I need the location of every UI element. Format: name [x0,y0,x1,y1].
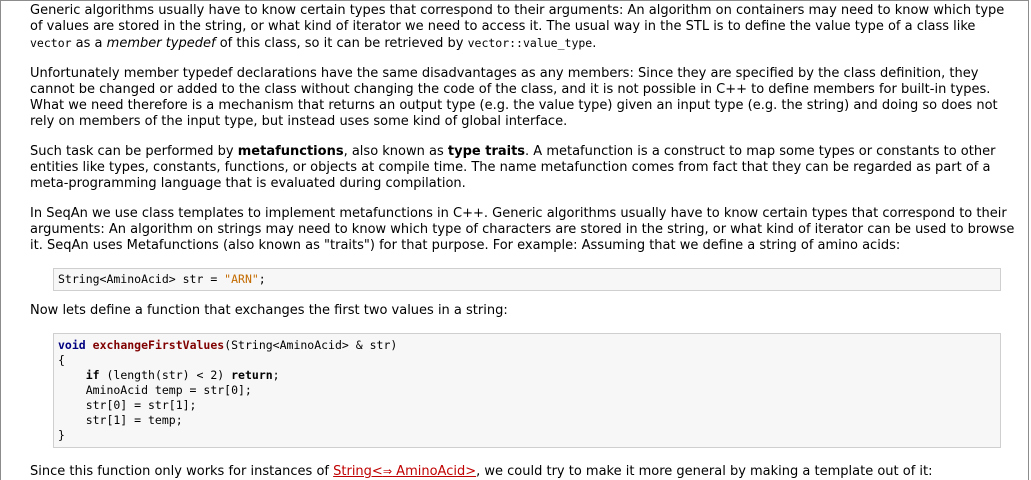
text: Such task can be performed by [30,144,238,159]
text: . [592,36,597,51]
code-brace: { [58,353,65,367]
code-text: ; [258,272,266,286]
paragraph-disadvantages: Unfortunately member typedef declaration… [30,66,998,129]
code-text: (String<AminoAcid> & str) [224,338,398,352]
code-block-exchange: void exchangeFirstValues(String<AminoAci… [53,333,1001,448]
code-keyword: if [85,368,100,382]
term-type-traits: type traits [447,144,526,159]
code-keyword: void [58,338,86,352]
document-frame: Generic algorithms usually have to know … [0,0,1029,480]
code-brace: } [58,428,65,442]
term-metafunctions: metafunctions [237,144,344,159]
code-line: str[1] = temp; [58,413,183,427]
code-text: (length(str) < 2) [99,368,232,382]
text: , also known as [343,144,448,159]
paragraph-exchange: Now lets define a function that exchange… [30,303,508,318]
paragraph-seqan: In SeqAn we use class templates to imple… [30,206,1015,253]
emphasis-member-typedef: member typedef [106,36,216,51]
text: Generic algorithms usually have to know … [30,3,1005,34]
paragraph-template: Since this function only works for insta… [30,464,1020,480]
inline-code-value-type: vector::value_type [467,36,593,50]
code-text: ; [272,368,280,382]
code-line: str[0] = str[1]; [58,398,197,412]
code-block-string: String<AminoAcid> str = "ARN"; [53,268,1001,291]
code-string-literal: "ARN" [224,272,259,286]
paragraph-intro: Generic algorithms usually have to know … [30,3,1020,52]
code-function-name: exchangeFirstValues [92,338,225,352]
code-text: String<AminoAcid> str = [58,272,225,286]
code-line: AminoAcid temp = str[0]; [58,383,252,397]
paragraph-metafunctions: Such task can be performed by metafuncti… [30,144,1020,192]
text: of this class, so it can be retrieved by [215,36,468,51]
inline-code-vector: vector [30,36,72,50]
document-content: Generic algorithms usually have to know … [1,1,1020,480]
text: as a [71,36,107,51]
code-keyword: return [231,368,273,382]
